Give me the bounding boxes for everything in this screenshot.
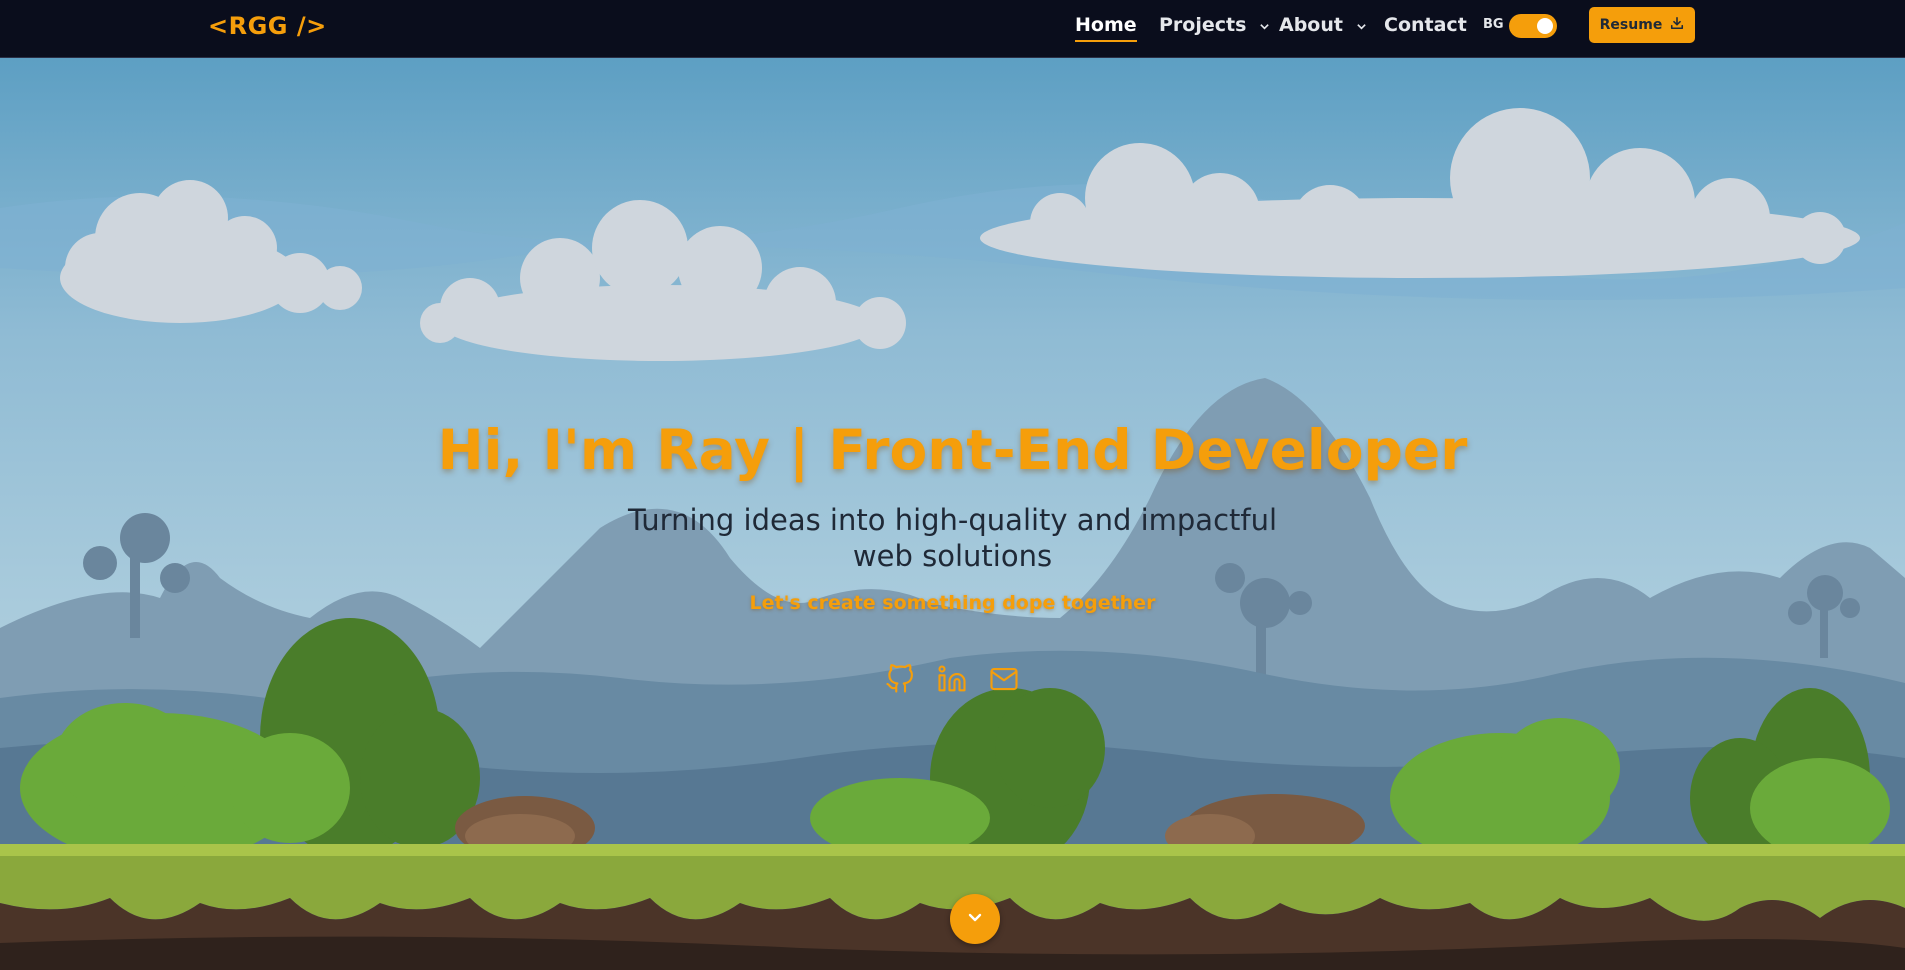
nav-about-label: About — [1279, 14, 1343, 36]
social-links — [885, 664, 1019, 694]
hero-section: Hi, I'm Ray | Front-End Developer Turnin… — [0, 58, 1905, 970]
hero-title: Hi, I'm Ray | Front-End Developer — [437, 418, 1468, 482]
nav-contact[interactable]: Contact — [1384, 14, 1467, 36]
resume-label: Resume — [1599, 17, 1663, 33]
github-icon[interactable] — [885, 664, 915, 694]
chevron-down-icon — [965, 907, 985, 931]
nav-projects-label: Projects — [1159, 14, 1247, 36]
top-navbar: <RGG /> Home Projects About Contact BG R… — [0, 0, 1905, 58]
download-icon — [1670, 16, 1684, 34]
nav-home[interactable]: Home — [1075, 14, 1137, 42]
nav-projects[interactable]: Projects — [1159, 14, 1270, 37]
bg-toggle-label: BG — [1483, 17, 1504, 32]
bg-toggle[interactable] — [1509, 14, 1557, 38]
scroll-down-button[interactable] — [950, 894, 1000, 944]
hero-tagline: Let's create something dope together — [749, 592, 1156, 614]
hero-subtitle: Turning ideas into high-quality and impa… — [627, 503, 1278, 573]
linkedin-icon[interactable] — [937, 664, 967, 694]
nav-about[interactable]: About — [1279, 14, 1367, 37]
chevron-down-icon — [1356, 15, 1367, 37]
chevron-down-icon — [1259, 15, 1270, 37]
resume-button[interactable]: Resume — [1589, 7, 1695, 43]
toggle-knob — [1537, 18, 1553, 34]
site-logo[interactable]: <RGG /> — [208, 12, 327, 40]
mail-icon[interactable] — [989, 664, 1019, 694]
